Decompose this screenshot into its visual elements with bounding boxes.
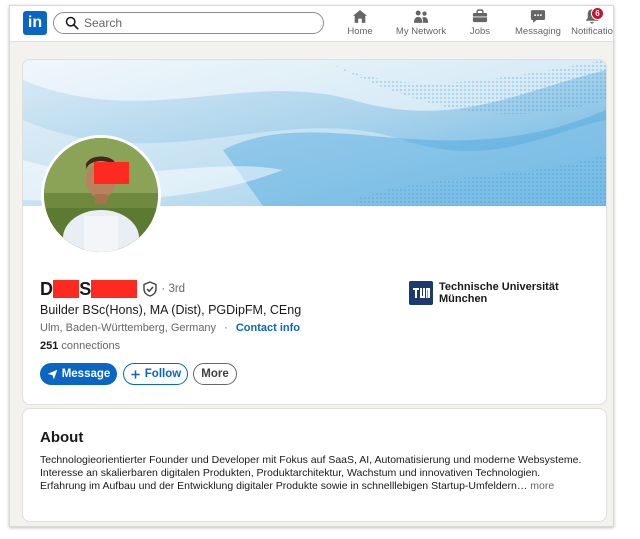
separator-dot: · (224, 322, 228, 334)
about-see-more-link[interactable]: more (530, 480, 554, 492)
nav-messaging-label: Messaging (515, 26, 561, 37)
about-paragraph-2: Erfahrung im Aufbau und der Entwicklung … (40, 479, 528, 492)
message-button-label: Message (61, 368, 111, 380)
nav-notifications-label: Notificatio (571, 26, 613, 37)
briefcase-icon (472, 9, 488, 23)
search-icon (65, 16, 79, 30)
nav-my-network[interactable]: My Network (393, 8, 449, 40)
connections-count[interactable]: 251 connections (40, 340, 120, 352)
nav-jobs[interactable]: Jobs (462, 8, 498, 40)
verified-shield-icon[interactable] (142, 281, 158, 297)
browser-frame: in Home My Network Jobs Messaging 6 (9, 5, 614, 527)
connection-degree: · 3rd (161, 283, 186, 295)
name-redaction-1 (53, 280, 80, 298)
profile-avatar[interactable] (41, 135, 161, 255)
about-text: Technologieorientierter Founder und Deve… (40, 454, 590, 492)
messaging-icon (530, 10, 546, 23)
search-box[interactable] (53, 12, 324, 34)
about-title: About (40, 429, 84, 446)
profile-card: D S · 3rd Builder BSc(Hons), MA (Dist), … (22, 59, 607, 405)
nav-messaging[interactable]: Messaging (510, 8, 566, 40)
face-redaction (94, 162, 129, 184)
notification-count-badge: 6 (591, 7, 604, 20)
contact-info-link[interactable]: Contact info (236, 322, 300, 334)
linkedin-logo[interactable]: in (23, 11, 47, 35)
tum-logo (409, 281, 433, 305)
nav-my-network-label: My Network (395, 26, 447, 37)
connections-number: 251 (40, 340, 59, 352)
profile-name: D S · 3rd (40, 278, 185, 300)
top-navbar: in Home My Network Jobs Messaging 6 (10, 6, 613, 42)
more-button-label: More (201, 368, 229, 380)
network-icon (413, 10, 429, 23)
about-paragraph-1: Technologieorientierter Founder und Deve… (40, 454, 582, 479)
more-button[interactable]: More (193, 363, 237, 385)
name-redaction-2 (91, 280, 138, 298)
nav-home-label: Home (347, 26, 373, 37)
nav-home[interactable]: Home (340, 8, 380, 40)
message-button[interactable]: Message (40, 363, 117, 385)
profile-headline: Builder BSc(Hons), MA (Dist), PGDipFM, C… (40, 303, 302, 317)
nav-jobs-label: Jobs (469, 26, 491, 37)
plus-icon (131, 369, 140, 379)
nav-notifications[interactable]: 6 Notificatio (570, 7, 613, 40)
connections-label: connections (61, 340, 121, 352)
follow-button[interactable]: Follow (123, 363, 188, 385)
education-name: Technische Universität München (439, 281, 559, 305)
education-entry[interactable]: Technische Universität München (409, 281, 569, 305)
profile-location-row: Ulm, Baden-Württemberg, Germany · Contac… (40, 322, 300, 334)
search-input[interactable] (84, 14, 304, 32)
follow-button-label: Follow (144, 368, 182, 380)
avatar-photo (44, 138, 158, 252)
name-last-initial: S (79, 278, 92, 299)
send-icon (47, 369, 58, 379)
profile-location: Ulm, Baden-Württemberg, Germany (40, 322, 217, 334)
name-first-initial: D (40, 278, 54, 299)
about-card: About Technologieorientierter Founder un… (22, 408, 607, 522)
home-icon (352, 10, 368, 23)
